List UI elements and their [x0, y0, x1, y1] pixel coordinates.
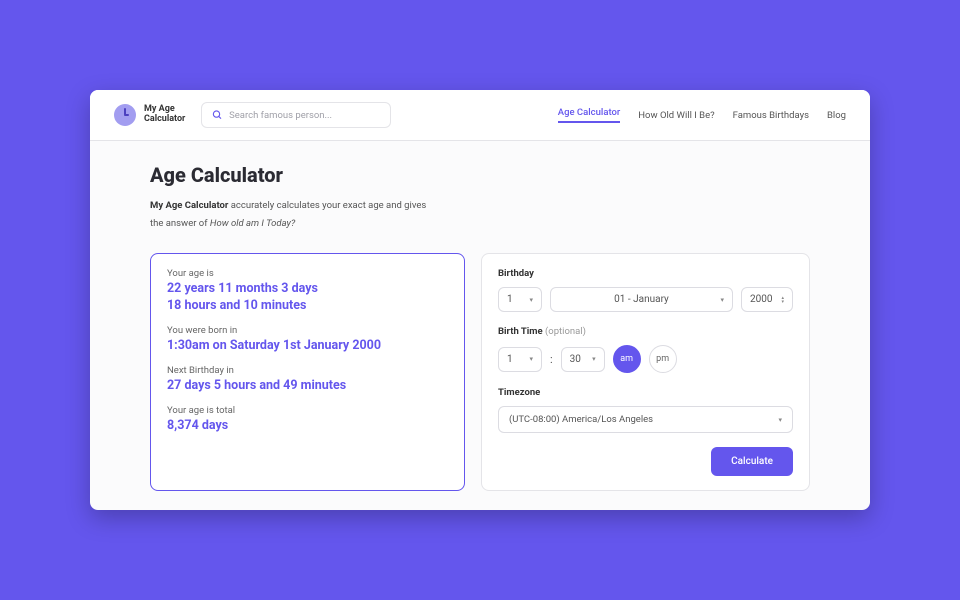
app-window: My Age Calculator Age Calculator How Old…: [90, 90, 870, 510]
subtitle: My Age Calculator accurately calculates …: [150, 197, 810, 233]
day-select[interactable]: 1 ▾: [498, 287, 542, 312]
clock-icon: [114, 104, 136, 126]
panels: Your age is 22 years 11 months 3 days 18…: [150, 253, 810, 491]
search-icon: [212, 109, 223, 121]
time-separator: :: [550, 353, 553, 366]
search-box[interactable]: [201, 102, 391, 128]
year-select[interactable]: 2000 ▴▾: [741, 287, 793, 312]
born-label: You were born in: [167, 325, 448, 336]
nav-age-calculator[interactable]: Age Calculator: [558, 107, 620, 123]
form-panel: Birthday 1 ▾ 01 - January ▾ 2000 ▴▾: [481, 253, 810, 491]
logo[interactable]: My Age Calculator: [114, 104, 185, 126]
search-input[interactable]: [229, 110, 380, 121]
subtitle-strong: My Age Calculator: [150, 200, 228, 211]
month-select[interactable]: 01 - January ▾: [550, 287, 733, 312]
chevron-down-icon: ▾: [529, 355, 533, 363]
timezone-select[interactable]: (UTC-08:00) America/Los Angeles ▾: [498, 406, 793, 433]
timezone-label: Timezone: [498, 387, 793, 398]
hour-select[interactable]: 1 ▾: [498, 347, 542, 372]
age-value: 22 years 11 months 3 days 18 hours and 1…: [167, 281, 448, 315]
next-label: Next Birthday in: [167, 365, 448, 376]
calculate-button[interactable]: Calculate: [711, 447, 793, 476]
next-value: 27 days 5 hours and 49 minutes: [167, 378, 448, 395]
nav: Age Calculator How Old Will I Be? Famous…: [558, 107, 846, 123]
chevron-down-icon: ▾: [592, 355, 596, 363]
am-toggle[interactable]: am: [613, 345, 641, 373]
total-label: Your age is total: [167, 405, 448, 416]
nav-famous-birthdays[interactable]: Famous Birthdays: [733, 110, 809, 121]
minute-select[interactable]: 30 ▾: [561, 347, 605, 372]
age-label: Your age is: [167, 268, 448, 279]
header: My Age Calculator Age Calculator How Old…: [90, 90, 870, 141]
birthtime-label: Birth Time (optional): [498, 326, 793, 337]
birthday-row: 1 ▾ 01 - January ▾ 2000 ▴▾: [498, 287, 793, 312]
stepper-icon: ▴▾: [781, 296, 784, 304]
page-title: Age Calculator: [150, 163, 810, 187]
born-value: 1:30am on Saturday 1st January 2000: [167, 338, 448, 355]
result-panel: Your age is 22 years 11 months 3 days 18…: [150, 253, 465, 491]
chevron-down-icon: ▾: [720, 296, 724, 304]
total-value: 8,374 days: [167, 418, 448, 435]
logo-text: My Age Calculator: [144, 105, 185, 125]
nav-how-old[interactable]: How Old Will I Be?: [638, 110, 714, 121]
chevron-down-icon: ▾: [529, 296, 533, 304]
birthtime-row: 1 ▾ : 30 ▾ am pm: [498, 345, 793, 373]
pm-toggle[interactable]: pm: [649, 345, 677, 373]
chevron-down-icon: ▾: [778, 416, 782, 424]
main-content: Age Calculator My Age Calculator accurat…: [90, 141, 870, 491]
birthday-label: Birthday: [498, 268, 793, 279]
nav-blog[interactable]: Blog: [827, 110, 846, 121]
